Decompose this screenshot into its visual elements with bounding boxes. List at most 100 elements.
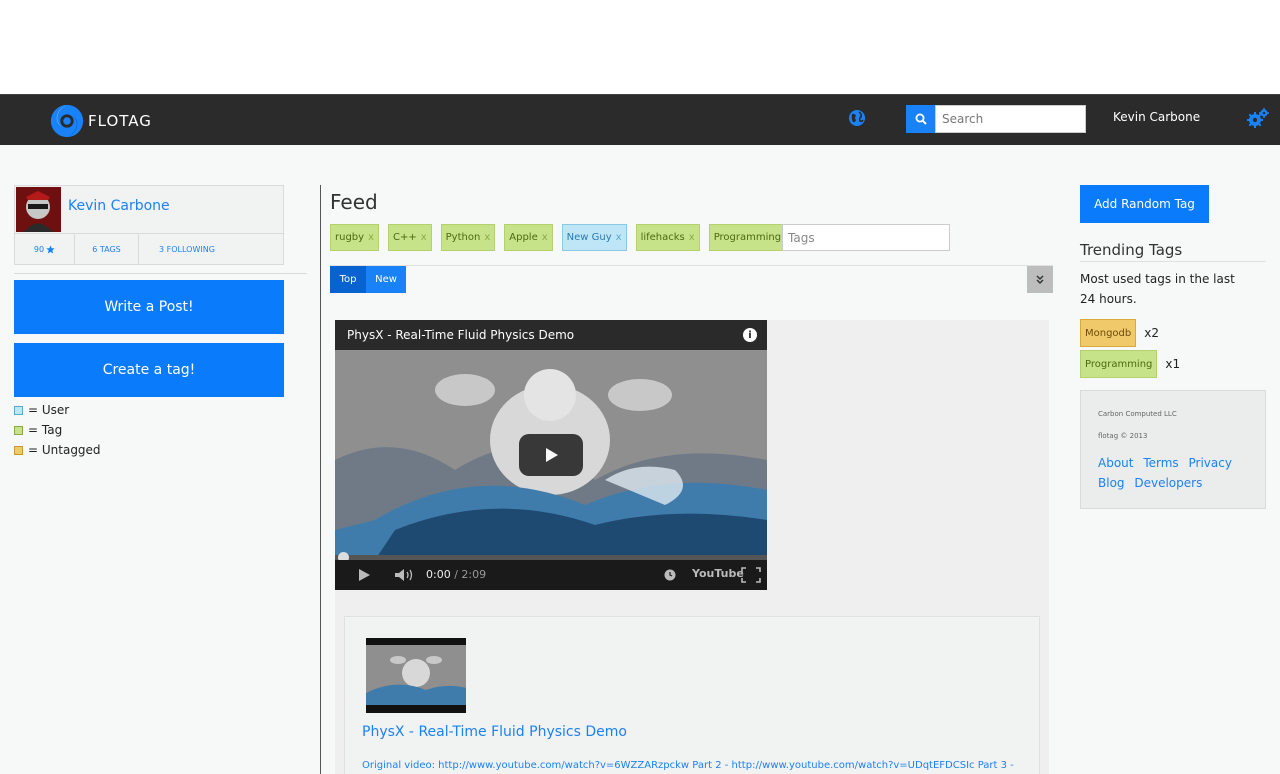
avatar[interactable]	[16, 187, 61, 232]
fullscreen-icon[interactable]	[741, 567, 761, 583]
sort-new-button[interactable]: New	[366, 266, 406, 293]
terms-link[interactable]: Terms	[1143, 456, 1178, 470]
youtube-logo[interactable]: YouTube	[692, 567, 744, 580]
thumbnail-image	[366, 638, 466, 713]
filter-tag[interactable]: rugby x	[330, 224, 379, 251]
trending-item: Programming x1	[1080, 350, 1180, 378]
footer-links: About Terms Privacy Blog Developers	[1098, 453, 1258, 493]
tag-label: Programming	[713, 232, 782, 243]
untagged-swatch	[14, 445, 23, 455]
remove-tag-button[interactable]: x	[542, 232, 548, 243]
tags-stat[interactable]: 6 TAGS	[75, 234, 139, 265]
stars-count: 90	[33, 245, 45, 254]
legend-user: = User	[14, 403, 69, 417]
brand-name: FLOTAG	[88, 112, 152, 130]
divider	[1080, 261, 1266, 262]
info-icon[interactable]: i	[743, 328, 757, 342]
post-title[interactable]: PhysX - Real-Time Fluid Physics Demo	[362, 724, 627, 740]
remove-tag-button[interactable]: x	[616, 232, 622, 243]
trending-item: Mongodb x2	[1080, 319, 1159, 347]
filter-tag[interactable]: C++ x	[387, 224, 432, 251]
feed-post: PhysX - Real-Time Fluid Physics Demo i 0…	[335, 320, 1049, 774]
trending-count: x1	[1165, 357, 1181, 371]
remove-tag-button[interactable]: x	[484, 232, 490, 243]
trending-tag[interactable]: Programming	[1080, 350, 1158, 378]
filter-tag[interactable]: Python x	[440, 224, 496, 251]
remove-tag-button[interactable]: x	[689, 232, 695, 243]
developers-link[interactable]: Developers	[1134, 476, 1202, 490]
swirl-logo-icon	[50, 104, 84, 138]
top-banner-area	[0, 0, 1280, 94]
play-control-icon[interactable]	[357, 568, 371, 582]
divider	[14, 273, 307, 274]
profile-stats: 90 6 TAGS 3 FOLLOWING	[15, 233, 283, 265]
double-chevron-down-icon	[1036, 274, 1044, 284]
tag-label: lifehacks	[640, 232, 685, 243]
filter-tag[interactable]: Apple x	[504, 224, 553, 251]
expand-button[interactable]	[1027, 266, 1053, 293]
sort-top-button[interactable]: Top	[330, 266, 366, 293]
globe-icon[interactable]	[848, 109, 866, 127]
feed-title: Feed	[330, 190, 378, 214]
add-random-tag-button[interactable]: Add Random Tag	[1080, 185, 1209, 223]
following-stat[interactable]: 3 FOLLOWING	[139, 234, 283, 265]
company-name: Carbon Computed LLC	[1098, 410, 1177, 418]
search-input[interactable]	[935, 105, 1086, 133]
tag-swatch	[14, 425, 23, 435]
post-card: PhysX - Real-Time Fluid Physics Demo Ori…	[344, 616, 1040, 774]
create-tag-button[interactable]: Create a tag!	[14, 343, 284, 397]
filter-tag[interactable]: lifehacks x	[635, 224, 700, 251]
tag-label: C++	[392, 232, 417, 243]
video-player[interactable]: PhysX - Real-Time Fluid Physics Demo i 0…	[335, 320, 767, 590]
video-time: 0:00 / 2:09	[426, 568, 486, 581]
tag-label: rugby	[335, 232, 365, 243]
footer-box: Carbon Computed LLC flotag © 2013 About …	[1080, 390, 1266, 509]
legend-untagged: = Untagged	[14, 443, 101, 457]
search-icon	[915, 113, 927, 125]
tag-label: New Guy	[566, 232, 612, 243]
column-divider	[320, 185, 321, 774]
flotag-logo[interactable]: FLOTAG	[48, 101, 158, 141]
profile-card: Kevin Carbone 90 6 TAGS 3 FOLLOWING	[14, 185, 284, 265]
video-title[interactable]: PhysX - Real-Time Fluid Physics Demo	[347, 328, 574, 342]
about-link[interactable]: About	[1098, 456, 1133, 470]
post-description[interactable]: Original video: http://www.youtube.com/w…	[362, 760, 1014, 771]
star-icon	[46, 245, 55, 254]
avatar-image	[16, 187, 61, 232]
tag-label: Apple	[509, 232, 538, 243]
play-button[interactable]	[519, 434, 583, 476]
video-controls: 0:00 / 2:09 YouTube	[335, 560, 767, 590]
blog-link[interactable]: Blog	[1098, 476, 1125, 490]
volume-icon[interactable]	[394, 568, 414, 582]
filter-user[interactable]: New Guy x	[561, 224, 627, 251]
settings-gears-icon[interactable]	[1247, 107, 1269, 129]
post-thumbnail[interactable]	[366, 638, 466, 713]
legend-tag: = Tag	[14, 423, 62, 437]
privacy-link[interactable]: Privacy	[1188, 456, 1231, 470]
remove-tag-button[interactable]: x	[368, 232, 374, 243]
feed-tag-filters: rugby x C++ x Python x Apple x New Guy x life…	[330, 224, 805, 251]
user-swatch	[14, 405, 23, 415]
time-total: / 2:09	[454, 568, 487, 581]
legend-label: = Tag	[28, 423, 63, 437]
play-icon	[546, 448, 558, 462]
navbar: FLOTAG Kevin Carbone	[0, 94, 1280, 145]
time-current: 0:00	[426, 568, 451, 581]
trending-title: Trending Tags	[1080, 241, 1183, 259]
remove-tag-button[interactable]: x	[421, 232, 427, 243]
sort-bar: Top New	[330, 266, 1053, 293]
watch-later-icon[interactable]	[664, 569, 676, 581]
legend-label: = User	[28, 403, 70, 417]
nav-user-name[interactable]: Kevin Carbone	[1113, 110, 1200, 124]
stars-stat[interactable]: 90	[15, 234, 75, 265]
profile-name[interactable]: Kevin Carbone	[68, 198, 170, 214]
trending-description: Most used tags in the last 24 hours.	[1080, 272, 1235, 306]
legend-label: = Untagged	[28, 443, 101, 457]
tags-input[interactable]	[782, 224, 950, 251]
search-button[interactable]	[906, 105, 935, 133]
tag-label: Python	[445, 232, 481, 243]
trending-count: x2	[1144, 326, 1159, 340]
write-post-button[interactable]: Write a Post!	[14, 280, 284, 334]
copyright: flotag © 2013	[1098, 432, 1148, 440]
trending-tag[interactable]: Mongodb	[1080, 319, 1137, 347]
